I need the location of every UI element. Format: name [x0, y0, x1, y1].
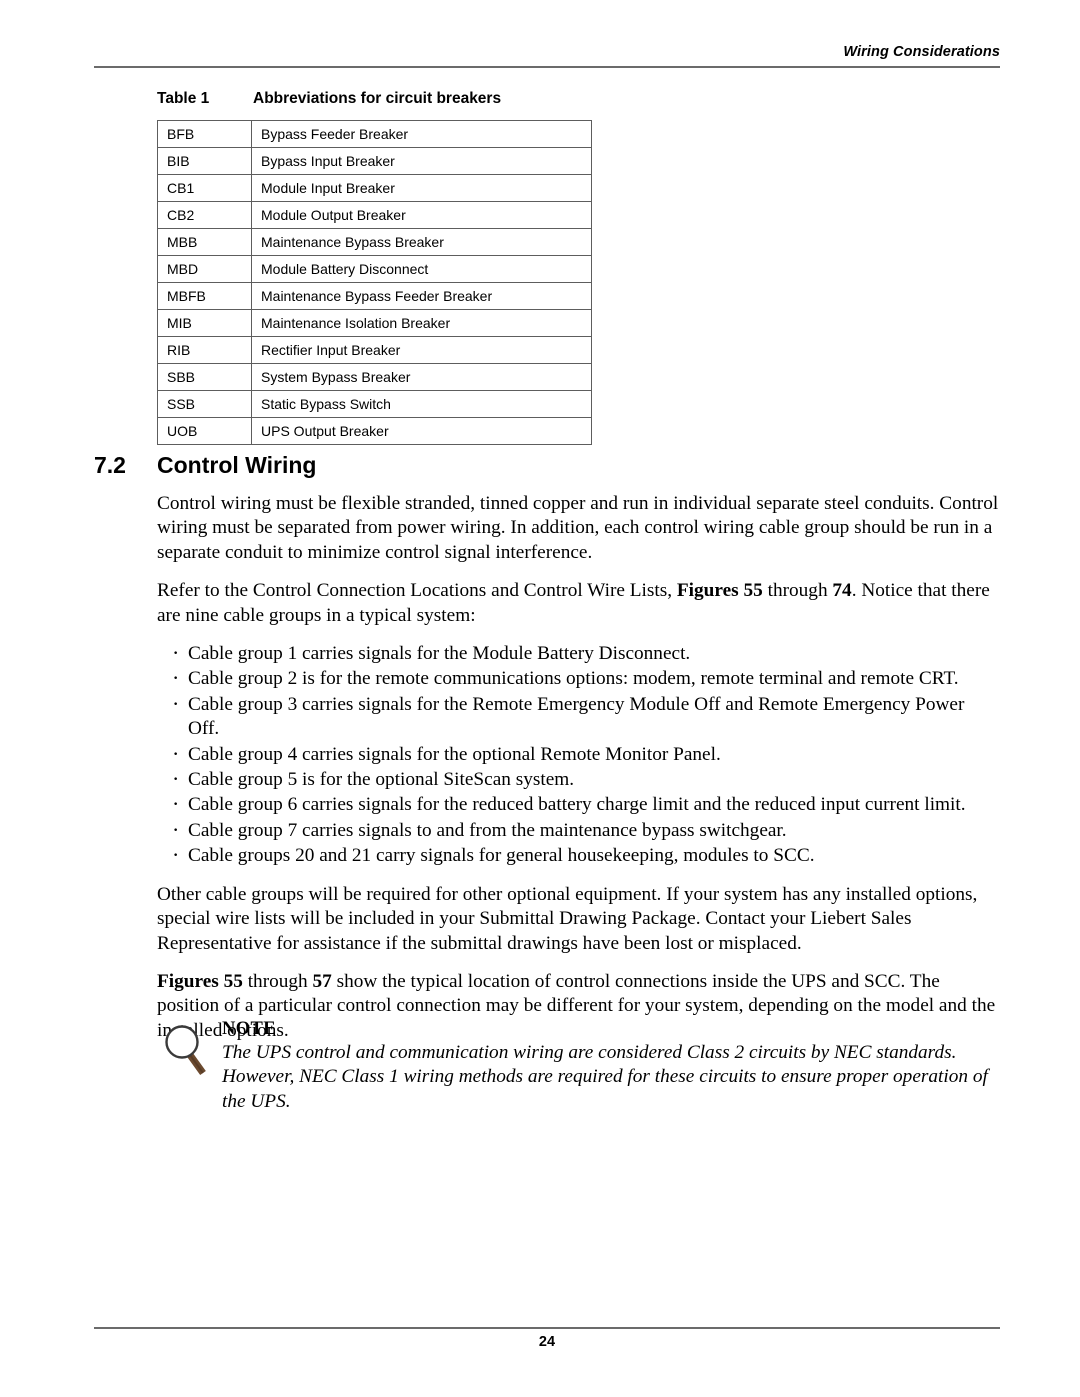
list-item: Cable group 2 is for the remote communic…: [157, 666, 1000, 691]
abbreviations-table: BFB Bypass Feeder Breaker BIB Bypass Inp…: [157, 120, 592, 445]
note-block: NOTE The UPS control and communication w…: [157, 1018, 1000, 1114]
table-cell-abbr: UOB: [157, 417, 252, 445]
table-row: MIB Maintenance Isolation Breaker: [157, 309, 592, 337]
header-divider: [94, 66, 1000, 68]
table-row: BIB Bypass Input Breaker: [157, 147, 592, 175]
table-cell-abbr: MBD: [157, 255, 252, 283]
table-cell-description: Rectifier Input Breaker: [251, 336, 592, 364]
table-row: UOB UPS Output Breaker: [157, 417, 592, 445]
table-cell-description: Bypass Input Breaker: [251, 147, 592, 175]
refer-text-part-1: Refer to the Control Connection Location…: [157, 580, 677, 602]
table-row: CB1 Module Input Breaker: [157, 174, 592, 202]
table-row: MBFB Maintenance Bypass Feeder Breaker: [157, 282, 592, 310]
table-cell-abbr: MIB: [157, 309, 252, 337]
abbreviations-table-body: BFB Bypass Feeder Breaker BIB Bypass Inp…: [157, 120, 592, 445]
table-cell-description: UPS Output Breaker: [251, 417, 592, 445]
list-item: Cable group 4 carries signals for the op…: [157, 742, 1000, 767]
list-item: Cable group 3 carries signals for the Re…: [157, 692, 1000, 742]
table-cell-description: Bypass Feeder Breaker: [251, 120, 592, 148]
table-cell-abbr: CB1: [157, 174, 252, 202]
table-caption-label: Table 1: [157, 90, 210, 107]
running-header-title: Wiring Considerations: [843, 44, 1000, 60]
figure-reference-74: 74: [832, 580, 852, 602]
cable-group-list: Cable group 1 carries signals for the Mo…: [157, 641, 1000, 869]
table-cell-abbr: BIB: [157, 147, 252, 175]
table-row: MBD Module Battery Disconnect: [157, 255, 592, 283]
table-row: MBB Maintenance Bypass Breaker: [157, 228, 592, 256]
table-row: CB2 Module Output Breaker: [157, 201, 592, 229]
section-number: 7.2: [94, 452, 126, 478]
note-body: NOTE The UPS control and communication w…: [222, 1018, 1000, 1114]
footer-divider: [94, 1327, 1000, 1329]
table-cell-abbr: SSB: [157, 390, 252, 418]
list-item: Cable group 7 carries signals to and fro…: [157, 818, 1000, 843]
table-cell-description: Module Battery Disconnect: [251, 255, 592, 283]
list-item: Cable group 6 carries signals for the re…: [157, 792, 1000, 817]
table-cell-description: Module Input Breaker: [251, 174, 592, 202]
table-cell-description: Static Bypass Switch: [251, 390, 592, 418]
figure-reference-55b: Figures 55: [157, 970, 243, 992]
table-row: SBB System Bypass Breaker: [157, 363, 592, 391]
table-cell-abbr: SBB: [157, 363, 252, 391]
note-title: NOTE: [222, 1019, 277, 1039]
figure-reference-57: 57: [312, 970, 332, 992]
paragraph-other-cable-groups: Other cable groups will be required for …: [157, 883, 978, 954]
list-item: Cable group 1 carries signals for the Mo…: [157, 641, 1000, 666]
table-caption: Table 1 Abbreviations for circuit breaker…: [157, 90, 501, 108]
list-item: Cable groups 20 and 21 carry signals for…: [157, 843, 1000, 868]
section-heading: 7.2 Control Wiring: [94, 452, 316, 479]
list-item: Cable group 5 is for the optional SiteSc…: [157, 767, 1000, 792]
page-number: 24: [538, 1334, 556, 1350]
document-page: Wiring Considerations Table 1 Abbreviatio…: [0, 0, 1080, 1397]
figure-reference-55: Figures 55: [676, 580, 763, 602]
figures-text-part-1: through: [242, 970, 313, 992]
table-cell-abbr: CB2: [157, 201, 252, 229]
section-title: Control Wiring: [157, 452, 317, 478]
body-content: Control wiring must be flexible stranded…: [157, 492, 1000, 1043]
table-cell-description: Module Output Breaker: [251, 201, 592, 229]
table-caption-title: Abbreviations for circuit breakers: [253, 90, 502, 107]
table-cell-abbr: RIB: [157, 336, 252, 364]
note-text: The UPS control and communication wiring…: [222, 1042, 988, 1112]
paragraph-intro: Control wiring must be flexible stranded…: [157, 493, 999, 563]
magnifying-glass-icon: [162, 1022, 214, 1084]
table-cell-description: System Bypass Breaker: [251, 363, 592, 391]
table-cell-abbr: MBFB: [157, 282, 252, 310]
table-row: BFB Bypass Feeder Breaker: [157, 120, 592, 148]
paragraph-refer: Refer to the Control Connection Location…: [157, 579, 1000, 628]
table-row: SSB Static Bypass Switch: [157, 390, 592, 418]
table-cell-description: Maintenance Bypass Feeder Breaker: [251, 282, 592, 310]
table-cell-abbr: MBB: [157, 228, 252, 256]
table-row: RIB Rectifier Input Breaker: [157, 336, 592, 364]
table-cell-description: Maintenance Bypass Breaker: [251, 228, 592, 256]
table-cell-abbr: BFB: [157, 120, 252, 148]
refer-text-part-2: through: [762, 580, 833, 602]
table-cell-description: Maintenance Isolation Breaker: [251, 309, 592, 337]
